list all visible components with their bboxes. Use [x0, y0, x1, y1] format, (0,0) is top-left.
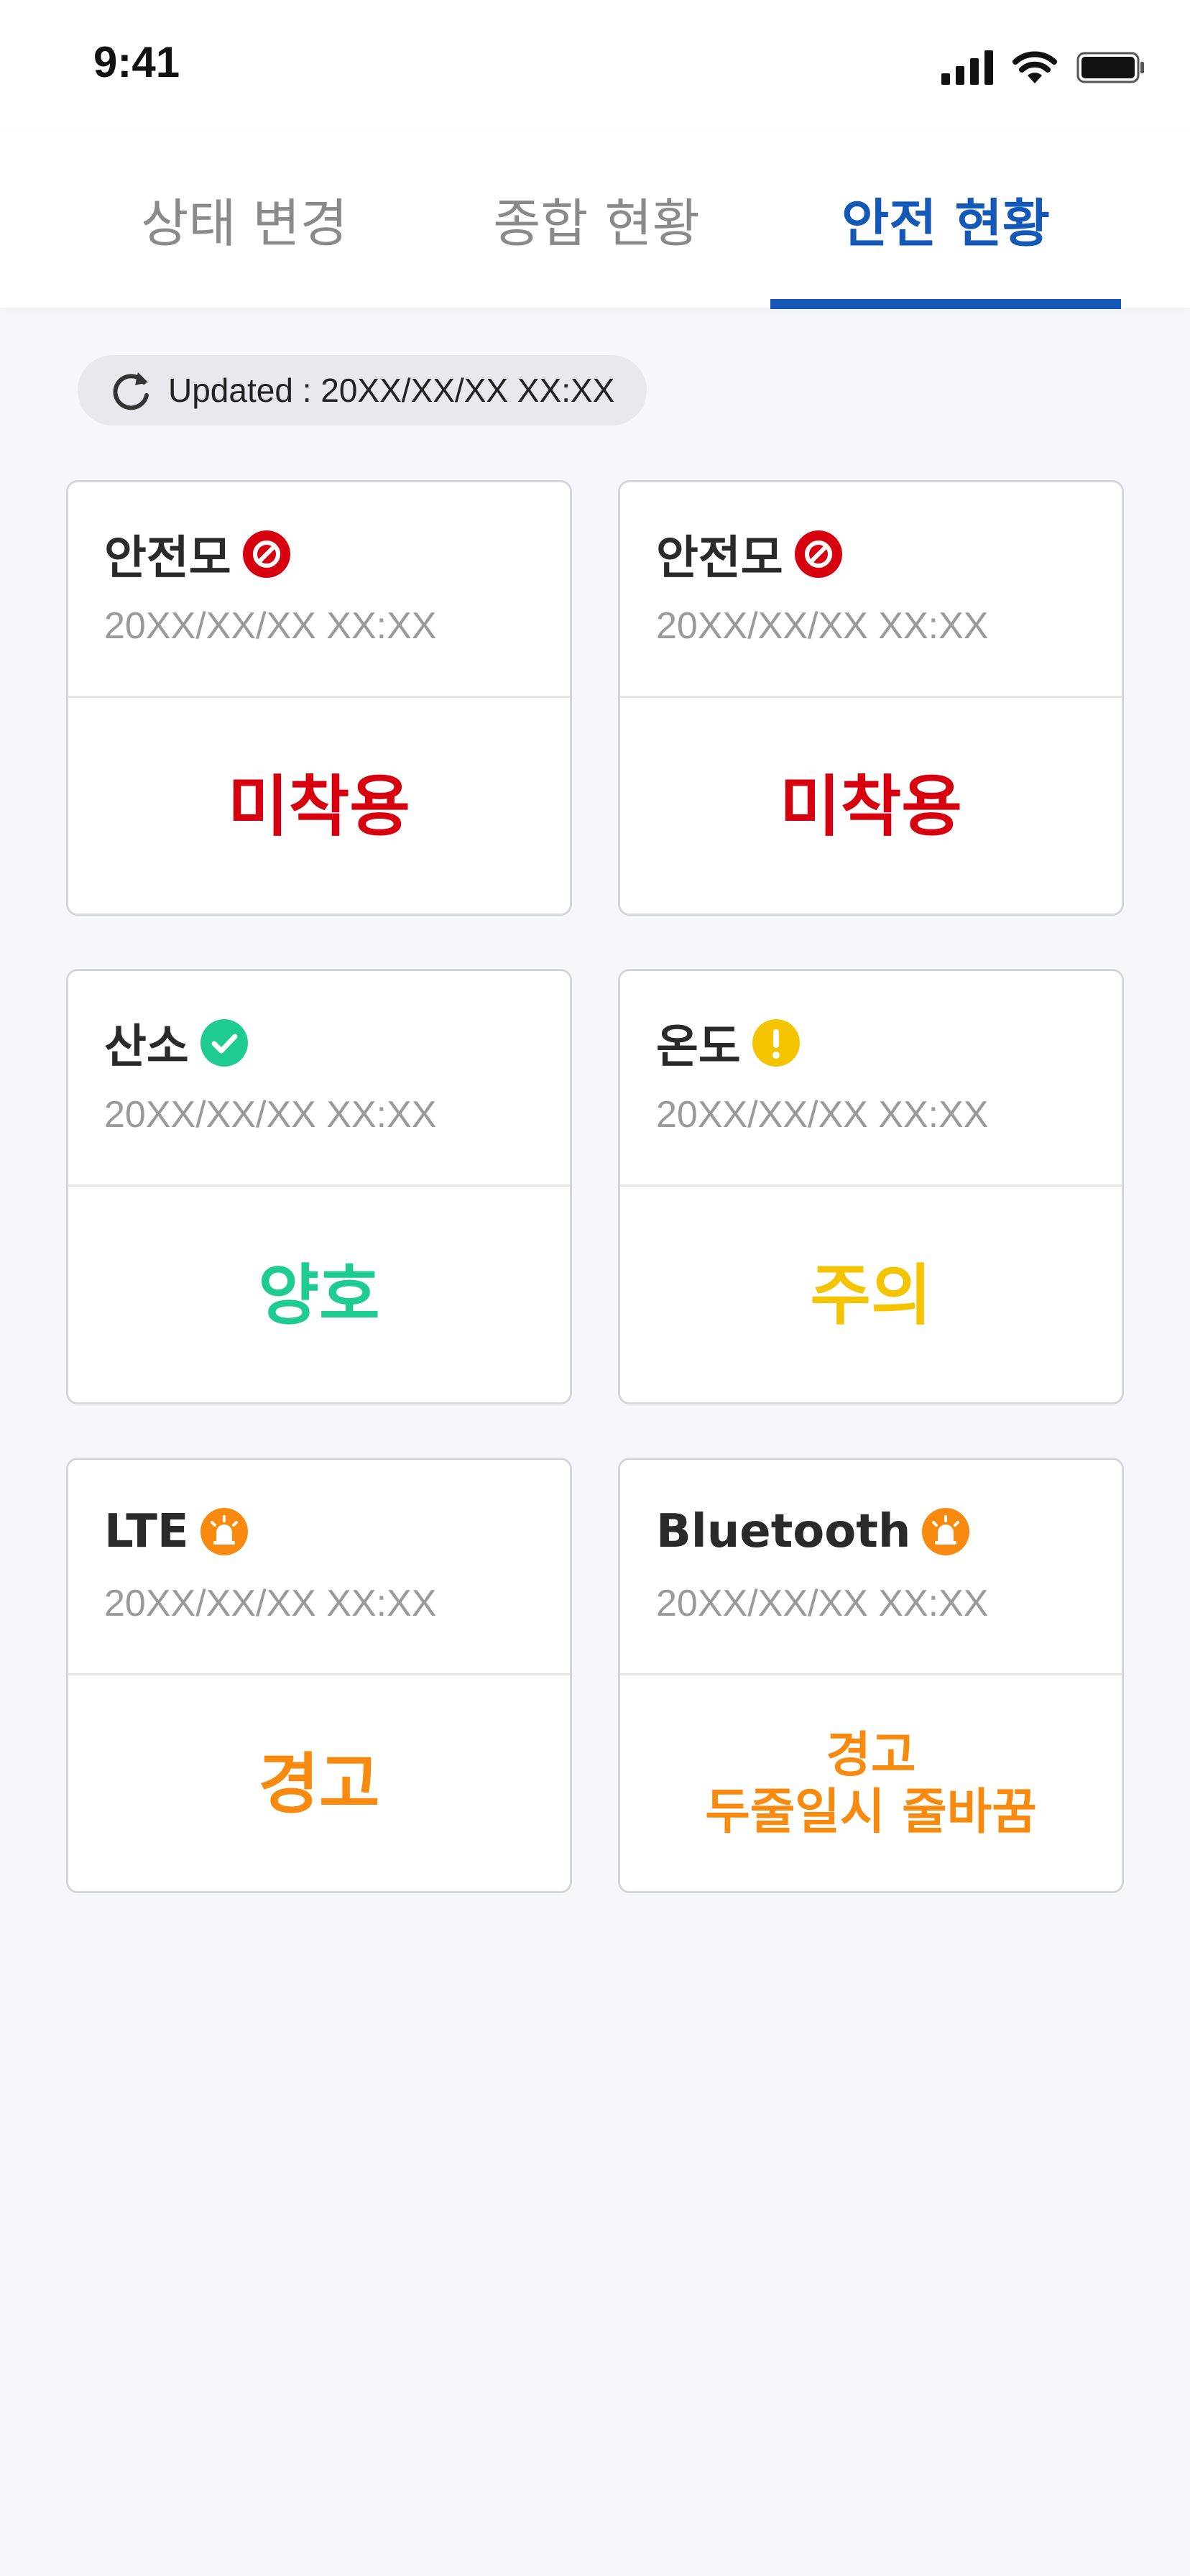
safety-card[interactable]: Bluetooth 20XX/XX/XX XX:XX 경고 두줄일시 줄바꿈 — [618, 1458, 1124, 1893]
card-status-value: 경고 두줄일시 줄바꿈 — [705, 1727, 1037, 1841]
wifi-icon — [1013, 51, 1057, 83]
card-title-row: Bluetooth — [656, 1503, 970, 1560]
updated-timestamp: Updated : 20XX/XX/XX XX:XX — [168, 372, 615, 409]
safety-card[interactable]: 온도 20XX/XX/XX XX:XX 주의 — [618, 969, 1124, 1404]
card-status-value: 경고 — [258, 1745, 380, 1823]
refresh-button[interactable]: Updated : 20XX/XX/XX XX:XX — [78, 355, 647, 426]
siren-icon — [922, 1508, 970, 1555]
status-time: 9:41 — [93, 38, 180, 86]
prohibited-icon — [242, 530, 290, 578]
card-title: 안전모 — [656, 532, 783, 585]
card-status-value: 미착용 — [228, 768, 410, 845]
card-status-value: 미착용 — [780, 768, 962, 845]
prohibited-icon — [794, 530, 842, 578]
card-timestamp: 20XX/XX/XX XX:XX — [656, 1583, 989, 1624]
card-title-row: 온도 — [656, 1014, 800, 1074]
card-timestamp: 20XX/XX/XX XX:XX — [104, 1094, 437, 1136]
refresh-icon — [113, 372, 149, 410]
card-header: 산소 20XX/XX/XX XX:XX — [68, 971, 570, 1187]
siren-icon — [200, 1508, 248, 1555]
status-bar: 9:41 — [0, 0, 1190, 129]
active-tab-indicator — [770, 299, 1121, 309]
card-title: LTE — [104, 1505, 189, 1558]
card-header: 온도 20XX/XX/XX XX:XX — [620, 971, 1122, 1187]
status-icons — [941, 46, 1145, 89]
tab-safety-status[interactable]: 안전 현황 — [767, 129, 1124, 308]
card-title: 안전모 — [104, 532, 231, 585]
card-timestamp: 20XX/XX/XX XX:XX — [656, 1094, 989, 1136]
safety-card[interactable]: LTE 20XX/XX/XX XX:XX 경고 — [66, 1458, 572, 1893]
card-timestamp: 20XX/XX/XX XX:XX — [104, 1583, 437, 1624]
card-status-value: 양호 — [258, 1256, 380, 1334]
card-title: 산소 — [104, 1021, 189, 1074]
card-header: Bluetooth 20XX/XX/XX XX:XX — [620, 1460, 1122, 1675]
check-icon — [200, 1019, 248, 1067]
card-title: 온도 — [656, 1021, 741, 1074]
safety-card[interactable]: 안전모 20XX/XX/XX XX:XX 미착용 — [66, 480, 572, 916]
card-title-row: LTE — [104, 1503, 248, 1560]
card-title-row: 안전모 — [656, 525, 842, 585]
card-header: 안전모 20XX/XX/XX XX:XX — [620, 482, 1122, 698]
safety-card[interactable]: 안전모 20XX/XX/XX XX:XX 미착용 — [618, 480, 1124, 916]
battery-icon — [1076, 52, 1144, 83]
tab-overall-status[interactable]: 종합 현황 — [417, 129, 776, 308]
card-header: LTE 20XX/XX/XX XX:XX — [68, 1460, 570, 1675]
tab-status-change[interactable]: 상태 변경 — [65, 129, 424, 308]
card-header: 안전모 20XX/XX/XX XX:XX — [68, 482, 570, 698]
signal-icon — [941, 50, 993, 85]
card-title: Bluetooth — [656, 1505, 911, 1558]
exclamation-icon — [752, 1019, 800, 1067]
card-status-value: 주의 — [810, 1256, 932, 1334]
safety-card[interactable]: 산소 20XX/XX/XX XX:XX 양호 — [66, 969, 572, 1404]
card-timestamp: 20XX/XX/XX XX:XX — [656, 605, 989, 647]
card-timestamp: 20XX/XX/XX XX:XX — [104, 605, 437, 647]
tab-bar: 상태 변경 종합 현황 안전 현황 — [0, 129, 1190, 309]
card-title-row: 산소 — [104, 1014, 248, 1074]
card-title-row: 안전모 — [104, 525, 290, 585]
